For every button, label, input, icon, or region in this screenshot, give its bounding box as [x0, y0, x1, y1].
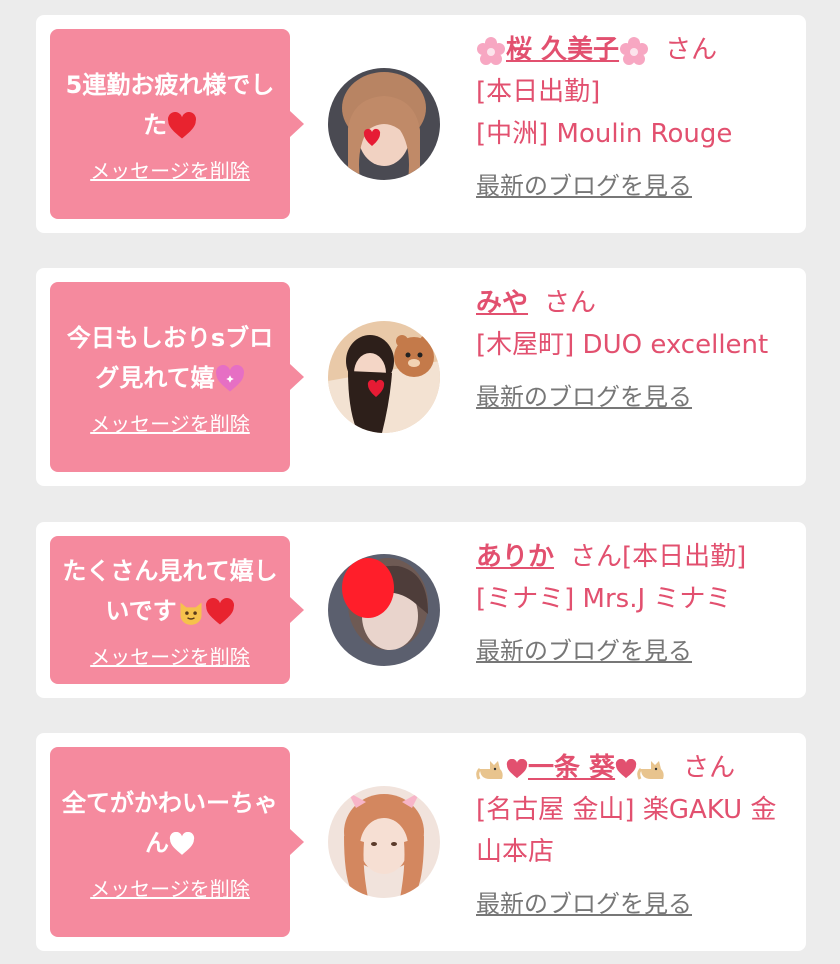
- shop-name: [中洲] Moulin Rouge: [476, 119, 733, 149]
- honorific: さん: [665, 35, 718, 65]
- shop-name: [木屋町] DUO excellent: [476, 330, 769, 360]
- cast-info: 一条 葵さん [名古屋 金山] 楽GAKU 金山本店 最新のブログを見る: [476, 747, 792, 925]
- avatar[interactable]: [328, 68, 440, 180]
- cast-name-link[interactable]: 桜 久美子: [476, 35, 649, 65]
- delete-message-link[interactable]: メッセージを削除: [90, 408, 250, 437]
- red-heart-icon: [506, 758, 528, 778]
- message-card: たくさん見れて嬉しいです メッセージを削除 ありか さん[本日出勤] [ミナミ] …: [36, 522, 806, 698]
- work-status: [本日出勤]: [476, 77, 601, 107]
- message-bubble: 今日もしおりsブログ見れて嬉 メッセージを削除: [50, 282, 304, 472]
- latest-blog-link[interactable]: 最新のブログを見る: [476, 165, 792, 207]
- message-text: 今日もしおりsブログ見れて嬉: [66, 323, 274, 392]
- cherry-blossom-icon: [620, 36, 649, 65]
- cast-name-link[interactable]: 一条 葵: [476, 753, 667, 783]
- avatar[interactable]: [328, 554, 440, 666]
- avatar-photo: [328, 321, 440, 433]
- sparkling-heart-icon: [215, 364, 244, 391]
- shop-name: [ミナミ] Mrs.J ミナミ: [476, 584, 732, 614]
- avatar-photo: [328, 68, 440, 180]
- latest-blog-link[interactable]: 最新のブログを見る: [476, 883, 792, 925]
- cast-name-link[interactable]: みや: [476, 288, 528, 318]
- delete-message-link[interactable]: メッセージを削除: [90, 641, 250, 670]
- white-heart-icon: [169, 831, 195, 855]
- avatar[interactable]: [328, 321, 440, 433]
- message-bubble: 5連勤お疲れ様でした メッセージを削除: [50, 29, 304, 219]
- red-heart-icon: [168, 111, 196, 138]
- honorific: さん: [544, 288, 597, 318]
- message-card: 今日もしおりsブログ見れて嬉 メッセージを削除 みや さん [木屋町] DUO e…: [36, 268, 806, 486]
- cast-info: みや さん [木屋町] DUO excellent 最新のブログを見る: [476, 282, 792, 418]
- honorific: さん: [683, 753, 736, 783]
- cast-info: 桜 久美子 さん [本日出勤] [中洲] Moulin Rouge 最新のブログを…: [476, 29, 792, 207]
- message-bubble: 全てがかわいーちゃん メッセージを削除: [50, 747, 304, 937]
- message-card: 全てがかわいーちゃん メッセージを削除 一条 葵さん [名古屋 金山] 楽GAK…: [36, 733, 806, 951]
- red-heart-icon: [205, 597, 234, 624]
- cat-face-icon: [180, 602, 202, 625]
- avatar-photo: [328, 786, 440, 898]
- delete-message-link[interactable]: メッセージを削除: [90, 873, 250, 902]
- honorific: さん[本日出勤]: [570, 542, 747, 572]
- cast-name-link[interactable]: ありか: [476, 542, 554, 572]
- message-text: たくさん見れて嬉しいです: [62, 556, 278, 625]
- shop-name: [名古屋 金山] 楽GAKU 金山本店: [476, 795, 777, 867]
- latest-blog-link[interactable]: 最新のブログを見る: [476, 630, 792, 672]
- message-card: 5連勤お疲れ様でした メッセージを削除 桜 久美子 さん [本日出勤] [中洲] …: [36, 15, 806, 233]
- cat-icon: [476, 760, 503, 780]
- avatar[interactable]: [328, 786, 440, 898]
- cast-info: ありか さん[本日出勤] [ミナミ] Mrs.J ミナミ 最新のブログを見る: [476, 536, 792, 672]
- avatar-photo: [328, 554, 440, 666]
- red-heart-icon: [615, 758, 637, 778]
- cat-icon: [637, 760, 664, 780]
- cherry-blossom-icon: [477, 36, 505, 65]
- message-text: 5連勤お疲れ様でした: [65, 70, 275, 139]
- latest-blog-link[interactable]: 最新のブログを見る: [476, 376, 792, 418]
- message-bubble: たくさん見れて嬉しいです メッセージを削除: [50, 536, 304, 684]
- delete-message-link[interactable]: メッセージを削除: [90, 155, 250, 184]
- message-text: 全てがかわいーちゃん: [62, 788, 278, 857]
